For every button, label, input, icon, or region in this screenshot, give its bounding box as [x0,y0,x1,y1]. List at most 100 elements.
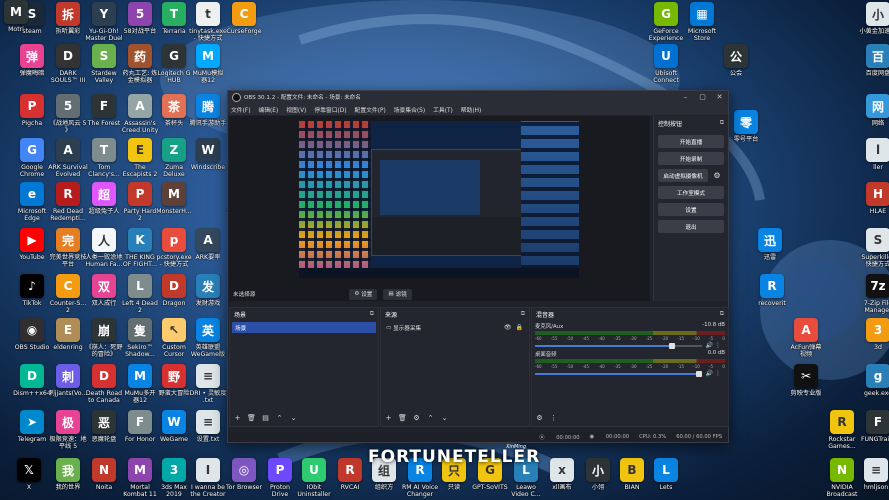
game-icon: 药 [128,44,152,68]
desktop-icon-acfun[interactable]: A AcFun弹幕 视频 [784,318,828,358]
chevron-down-icon[interactable]: ⌄ [288,413,299,423]
desktop-icon-windscribe[interactable]: W Windscribe [186,138,230,171]
volume-slider[interactable] [535,343,703,349]
desktop-icon-arkfort[interactable]: A ARK要率 [186,228,230,261]
visibility-eye-icon[interactable]: 👁 [504,324,512,331]
desktop-icon-fuingtra[interactable]: F FUNGTrai... [856,410,889,443]
desktop-icon-zip7[interactable]: 7z 7-Zip File Manager [856,274,889,314]
desktop-icon-fl3d[interactable]: 3 3d [856,318,889,351]
exit-button[interactable]: 退出 [658,220,724,233]
volume-slider-knob[interactable] [695,371,702,377]
desktop-icon-gonghan[interactable]: 公公会 [714,44,758,77]
menu-profile[interactable]: 配置文件(P) [355,105,386,114]
settings-button[interactable]: 设置 [658,203,724,216]
desktop-icon-wegame2[interactable]: 英英雄联盟 WeGame版 [186,318,230,358]
virtual-camera-gear-icon[interactable]: ⚙ [710,169,724,182]
menu-view[interactable]: 视图(V) [286,105,306,114]
desktop-icon-lingyu[interactable]: 零零号平台 [724,110,768,143]
maximize-icon[interactable]: ▢ [694,93,711,101]
source-item[interactable]: ▭ 显示器采集 👁 🔒 [383,322,527,333]
dock-popout-icon[interactable]: ⧉ [720,119,724,131]
obs-window[interactable]: OBS 30.1.2 - 配置文件: 未命名 - 场景: 未命名 – ▢ ✕ 文… [227,90,729,443]
add-icon[interactable]: + [383,413,394,423]
game-icon: 双 [92,274,116,298]
more-options-icon[interactable]: ⋮ [548,413,559,423]
desktop-icon-dri[interactable]: ≡ DRI • 灵敏度 .txt [186,364,230,404]
more-options-icon[interactable]: ⋮ [715,370,721,377]
dock-popout-icon[interactable]: ⧉ [521,310,525,319]
desktop-icon-ubisoft[interactable]: U Ubisoft Connect [644,44,688,84]
scene-item[interactable]: 场景 [232,322,376,333]
desktop-icon-geek[interactable]: g geek.exe [856,364,889,397]
desktop-icon-label: Windscribe [190,164,226,171]
desktop-icon-baidu[interactable]: 百百度网盘 [856,44,889,77]
desktop-icon-x[interactable]: 𝕏X [7,458,51,491]
start-virtual-camera-button[interactable]: 启动虚拟摄像机 [658,169,708,182]
desktop-icon-label: 拆听翼彩 [55,28,81,35]
desktop-icon-superkiller[interactable]: S Superkiller 快捷方式 [856,228,889,268]
game-icon: 英 [196,318,220,342]
add-icon[interactable]: + [232,413,243,423]
desktop-icon-d18[interactable]: 腾腾讯手游助手 [186,94,230,127]
menu-tools[interactable]: 工具(T) [433,105,453,114]
app-icon: 7z [866,274,889,298]
game-icon: 野 [162,364,186,388]
desktop-icon-label: Noita [95,484,113,491]
dock-popout-icon[interactable]: ⧉ [370,310,374,319]
desktop-icon-label: Motri [8,26,24,33]
desktop-icon-settingstxt[interactable]: ≡ 设置.txt [186,410,230,443]
desktop-icon-wangyi[interactable]: 网网络 [856,94,889,127]
chevron-up-icon[interactable]: ⌃ [274,413,285,423]
desktop-icon-recoverit[interactable]: Rrecoverit [750,274,794,307]
speaker-icon[interactable]: 🔊 [706,342,713,349]
desktop-icon-capcut[interactable]: ✂ 剪映专业版 [784,364,828,397]
menu-help[interactable]: 帮助(H) [461,105,481,114]
lock-icon[interactable]: 🔒 [516,324,523,331]
desktop-icon-monsterhunter[interactable]: M MonsterH... [152,182,196,215]
volume-slider[interactable] [535,371,703,377]
game-icon: C [56,274,80,298]
start-streaming-button[interactable]: 开始直播 [658,135,724,148]
dock-popout-icon[interactable]: ⧉ [720,310,724,319]
desktop-icon-label: Lets [659,484,673,491]
trash-icon[interactable]: 🗑 [246,413,257,423]
volume-slider-knob[interactable] [669,343,676,349]
preview-canvas[interactable] [229,116,650,301]
desktop-icon-d41[interactable]: 发发财游戏 [186,274,230,307]
desktop-icon-hlae[interactable]: H HLAE [856,182,889,215]
desktop-icon-motrix[interactable]: M Motri [0,0,38,33]
desktop-icon-ller[interactable]: l ller [856,138,889,171]
chevron-up-icon[interactable]: ⌃ [425,413,436,423]
studio-mode-button[interactable]: 工作室模式 [658,186,724,199]
menu-scene-collection[interactable]: 场景集合(S) [394,105,425,114]
start-recording-button[interactable]: 开始录制 [658,152,724,165]
desktop-icon-xunlei[interactable]: 迅迅雷 [748,228,792,261]
chevron-down-icon[interactable]: ⌄ [439,413,450,423]
trash-icon[interactable]: 🗑 [397,413,408,423]
minimize-icon[interactable]: – [677,93,694,101]
desktop-icon-label: 迅雷 [763,254,777,261]
filter-icon[interactable]: ▤ [260,413,271,423]
app-icon: G [162,44,186,68]
desktop-icon-mumu12[interactable]: M MuMu模拟 器12 [186,44,230,84]
menu-file[interactable]: 文件(F) [231,105,250,114]
advanced-audio-gear-icon[interactable]: ⚙ [534,413,545,423]
close-icon[interactable]: ✕ [711,93,728,101]
desktop-icon-yipai[interactable]: 小小黄金加速器 [856,2,889,35]
speaker-icon[interactable]: 🔊 [706,370,713,377]
obs-titlebar[interactable]: OBS 30.1.2 - 配置文件: 未命名 - 场景: 未命名 – ▢ ✕ [228,91,728,103]
more-options-icon[interactable]: ⋮ [715,342,721,349]
gear-icon[interactable]: ⚙ [411,413,422,423]
properties-button[interactable]: ⚙ 设置 [349,288,378,300]
desktop-icon-lets[interactable]: L Lets [644,458,688,491]
source-toolbar: 未选择源 ⚙ 设置 ▤ 滤镜 [229,287,650,301]
desktop-icon-hmljson[interactable]: ≡ hmljson [854,458,889,491]
app-icon: 拆 [56,2,80,26]
tiktok-icon: ♪ [20,274,44,298]
filters-button[interactable]: ▤ 滤镜 [383,288,412,300]
desktop-icon-curseforge[interactable]: C CurseForge [222,2,266,35]
desktop-icon-store[interactable]: ▦ Microsoft Store [680,2,724,42]
desktop-icon-label: Red Dead Redempti... [50,208,86,222]
menu-edit[interactable]: 编辑(E) [258,105,278,114]
menu-docks[interactable]: 停靠窗口(D) [314,105,346,114]
